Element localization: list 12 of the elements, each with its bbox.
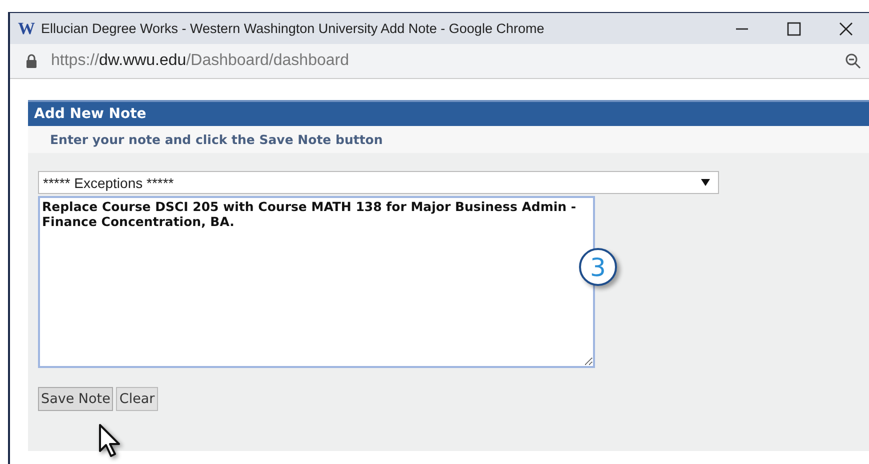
panel-header: Add New Note [28, 100, 869, 126]
step-callout: 3 [579, 248, 617, 286]
window-title: Ellucian Degree Works - Western Washington University Add Note - Google Chrome [41, 21, 546, 36]
caret-icon [701, 179, 710, 186]
form-button[interactable]: Clear [116, 387, 158, 411]
lock-icon [26, 54, 37, 68]
instructions-text: Enter your note and click the Save Note button [28, 126, 869, 153]
pointer-icon [97, 423, 123, 459]
app-logo: W [18, 18, 35, 38]
form-button[interactable]: Save Note [38, 387, 114, 411]
note-type-select[interactable]: ***** Exceptions ***** [38, 171, 719, 194]
zoom-icon[interactable] [845, 53, 861, 69]
